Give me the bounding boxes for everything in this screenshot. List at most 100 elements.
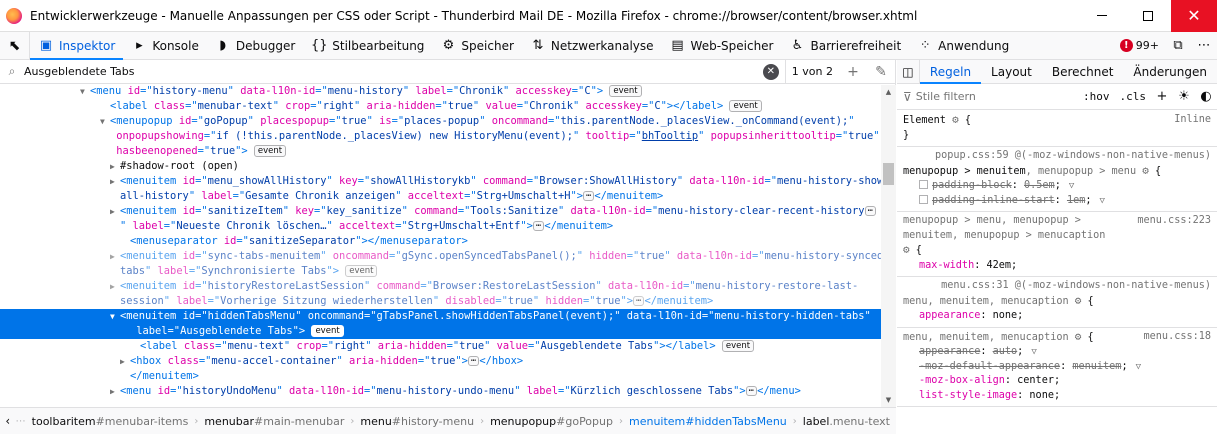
tab-style-editor[interactable]: {} Stilbearbeitung	[303, 32, 432, 60]
collapsed-children-icon[interactable]: ⋯	[745, 386, 758, 396]
tab-debugger[interactable]: ◗ Debugger	[207, 32, 303, 60]
expand-down-icon[interactable]: ▼	[80, 85, 90, 99]
clear-search-icon[interactable]: ✕	[762, 63, 779, 80]
tab-application[interactable]: ⁘ Anwendung	[909, 32, 1017, 60]
markup-node[interactable]: ▶ <hbox class="menu-accel-container" aria…	[0, 354, 881, 369]
filter-styles-input[interactable]	[915, 90, 1078, 103]
hov-toggle[interactable]: :hov	[1078, 90, 1115, 103]
markup-node[interactable]: <menuseparator id="sanitizeSeparator"></…	[0, 234, 881, 249]
dock-options-icon[interactable]: ⧉	[1165, 32, 1191, 60]
expand-right-icon[interactable]: ▶	[110, 279, 120, 294]
markup-node[interactable]: ▶ <menuitem id="sync-tabs-menuitem" oncom…	[0, 249, 881, 264]
markup-node[interactable]: hasbeenopened="true"> event	[0, 144, 881, 159]
breadcrumb-item[interactable]: menu#history-menu	[354, 415, 480, 428]
tab-layout[interactable]: Layout	[981, 60, 1042, 84]
gear-icon[interactable]: ⚙	[1075, 294, 1082, 307]
breadcrumb-item[interactable]: menubar#main-menubar	[198, 415, 350, 428]
markup-node[interactable]: ▶ <menuitem id="historyRestoreLastSession…	[0, 279, 881, 294]
toggle-layout-icon[interactable]: ◫	[897, 59, 920, 84]
markup-node[interactable]: onpopupshowing="if (!this.parentNode._pl…	[0, 129, 881, 144]
css-declaration[interactable]: padding-inline-start: 1em; ▽	[903, 194, 1211, 209]
rule-source[interactable]: popup.css:59 @(-moz-windows-non-native-m…	[935, 150, 1211, 161]
checkbox-icon[interactable]	[919, 194, 928, 204]
css-declaration[interactable]: -moz-default-appearance: menuitem; ▽	[903, 360, 1211, 375]
rule-source[interactable]: menu.css:18	[1144, 330, 1211, 345]
css-declaration[interactable]: appearance: auto; ▽	[903, 345, 1211, 360]
error-count-badge[interactable]: ! 99+	[1114, 39, 1165, 52]
funnel-icon[interactable]: ▽	[1069, 181, 1074, 191]
css-declaration[interactable]: appearance: none;	[903, 309, 1211, 324]
dark-scheme-icon[interactable]: ◐	[1195, 89, 1217, 104]
markup-node-selected[interactable]: label="Ausgeblendete Tabs"> event	[0, 324, 881, 339]
breadcrumb-item[interactable]: toolbaritem#menubar-items	[26, 415, 195, 428]
expand-right-icon[interactable]: ▶	[110, 174, 120, 189]
css-declaration[interactable]: max-width: 42em;	[903, 259, 1211, 274]
gear-icon[interactable]: ⚙	[952, 113, 959, 126]
breadcrumb-item[interactable]: label.menu-text	[797, 415, 896, 428]
tab-console[interactable]: ▸ Konsole	[123, 32, 207, 60]
cls-toggle[interactable]: .cls	[1115, 90, 1152, 103]
markup-node[interactable]: ▶ <menu id="historyUndoMenu" data-l10n-id…	[0, 384, 881, 399]
add-node-icon[interactable]: +	[839, 60, 867, 84]
tab-accessibility[interactable]: ♿ Barrierefreiheit	[782, 32, 910, 60]
breadcrumb-item[interactable]: menupopup#goPopup	[484, 415, 619, 428]
gear-icon[interactable]: ⚙	[903, 243, 910, 256]
markup-node[interactable]: " label="Neueste Chronik löschen…" accel…	[0, 219, 881, 234]
expand-right-icon[interactable]: ▶	[120, 354, 130, 369]
markup-node[interactable]: </menuitem>	[0, 369, 881, 384]
expand-down-icon[interactable]: ▼	[110, 309, 120, 324]
add-rule-icon[interactable]: +	[1151, 89, 1173, 104]
checkbox-icon[interactable]	[919, 180, 928, 189]
search-input[interactable]	[24, 65, 757, 78]
markup-node[interactable]: tabs" label="Synchronisierte Tabs"> even…	[0, 264, 881, 279]
event-badge[interactable]: event	[253, 145, 287, 157]
tab-rules[interactable]: Regeln	[919, 60, 982, 84]
collapsed-children-icon[interactable]: ⋯	[633, 296, 645, 306]
gear-icon[interactable]: ⚙	[1142, 164, 1149, 177]
breadcrumb-left-arrow-icon[interactable]: ‹	[0, 414, 16, 428]
close-button[interactable]: ✕	[1171, 0, 1217, 32]
collapsed-children-icon[interactable]: ⋯	[532, 221, 545, 231]
expand-down-icon[interactable]: ▼	[100, 114, 110, 129]
event-badge[interactable]: event	[729, 100, 762, 112]
breadcrumb-item-selected[interactable]: menuitem#hiddenTabsMenu	[623, 415, 793, 428]
tab-inspector[interactable]: ▣ Inspektor	[30, 32, 124, 60]
gear-icon[interactable]: ⚙	[1075, 330, 1082, 343]
tab-computed[interactable]: Berechnet	[1042, 60, 1124, 84]
css-declaration[interactable]: list-style-image: none;	[903, 389, 1211, 404]
collapsed-children-icon[interactable]: ⋯	[864, 206, 876, 216]
markup-node[interactable]: ▼ <menu id="history-menu" data-l10n-id="m…	[0, 85, 881, 99]
funnel-icon[interactable]: ▽	[1031, 347, 1036, 357]
scroll-down-icon[interactable]: ▼	[881, 393, 896, 407]
tab-network[interactable]: ⇅ Netzwerkanalyse	[522, 32, 662, 60]
tab-memory[interactable]: ⚙ Speicher	[432, 32, 521, 60]
markup-scrollbar[interactable]: ▲ ▼	[881, 85, 896, 407]
expand-right-icon[interactable]: ▶	[110, 159, 120, 174]
markup-node[interactable]: ▶ <menuitem id="menu_showAllHistory" key=…	[0, 174, 881, 189]
rule-source[interactable]: menu.css:223	[1137, 214, 1211, 229]
funnel-icon[interactable]: ▽	[1100, 196, 1105, 206]
expand-right-icon[interactable]: ▶	[110, 204, 120, 219]
markup-node[interactable]: all-history" label="Gesamte Chronik anze…	[0, 189, 881, 204]
css-declaration[interactable]: -moz-box-align: center;	[903, 374, 1211, 389]
markup-node[interactable]: session" label="Vorherige Sitzung wieder…	[0, 294, 881, 309]
collapsed-children-icon[interactable]: ⋯	[582, 191, 595, 201]
maximize-button[interactable]	[1125, 0, 1171, 32]
rule-source[interactable]: menu.css:31 @(-moz-windows-non-native-me…	[941, 280, 1211, 291]
scroll-up-icon[interactable]: ▲	[881, 85, 896, 99]
eyedropper-icon[interactable]: ✎	[867, 60, 895, 84]
collapsed-children-icon[interactable]: ⋯	[467, 356, 480, 366]
element-picker-button[interactable]: ⬉	[0, 31, 30, 60]
minimize-button[interactable]	[1079, 0, 1125, 32]
expand-right-icon[interactable]: ▶	[110, 384, 120, 399]
event-badge[interactable]: event	[721, 340, 755, 352]
markup-node[interactable]: ▼ <menupopup id="goPopup" placespopup="tr…	[0, 114, 881, 129]
tab-changes[interactable]: Änderungen	[1123, 60, 1217, 84]
rule-source[interactable]: Inline	[1174, 113, 1211, 128]
css-declaration[interactable]: padding-block: 0.5em; ▽	[903, 179, 1211, 194]
markup-node-selected[interactable]: ▼ <menuitem id="hiddenTabsMenu" oncommand…	[0, 309, 881, 324]
more-options-icon[interactable]: ⋯	[1191, 32, 1217, 60]
markup-node[interactable]: ▶ #shadow-root (open)	[0, 159, 881, 174]
event-badge[interactable]: event	[345, 265, 378, 277]
markup-node[interactable]: ▶ <menuitem id="sanitizeItem" key="key_sa…	[0, 204, 881, 219]
